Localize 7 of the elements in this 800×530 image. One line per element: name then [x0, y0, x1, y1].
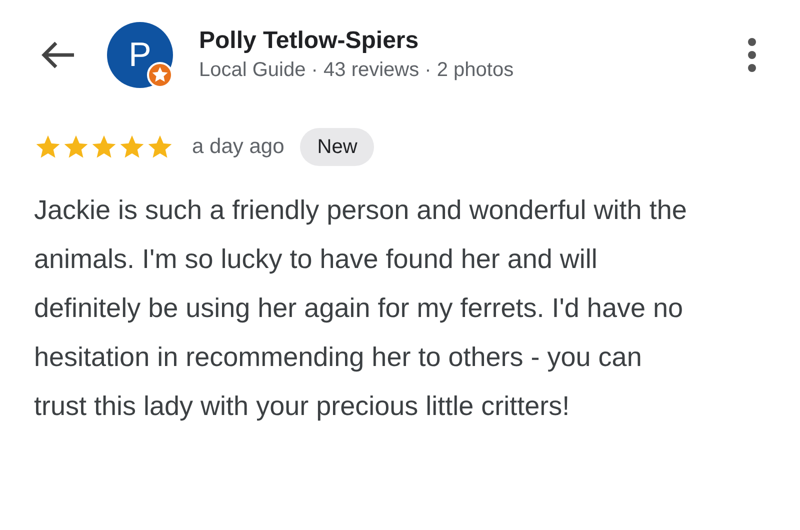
- review-time: a day ago: [192, 134, 284, 160]
- back-arrow-icon: [40, 40, 76, 70]
- reviewer-stats: Local Guide · 43 reviews · 2 photos: [199, 58, 515, 83]
- new-badge: New: [300, 128, 374, 166]
- review-text: Jackie is such a friendly person and wonderful with the animals. I'm so lucky to have found her and will definitely be using her again for my ferrets. I'd have no hesitation in recommending her to others - you can trust this lady with your precious little critters!: [33, 194, 688, 423]
- more-icon: [747, 37, 757, 73]
- reviewer-name: Polly Tetlow-Spiers: [199, 26, 420, 56]
